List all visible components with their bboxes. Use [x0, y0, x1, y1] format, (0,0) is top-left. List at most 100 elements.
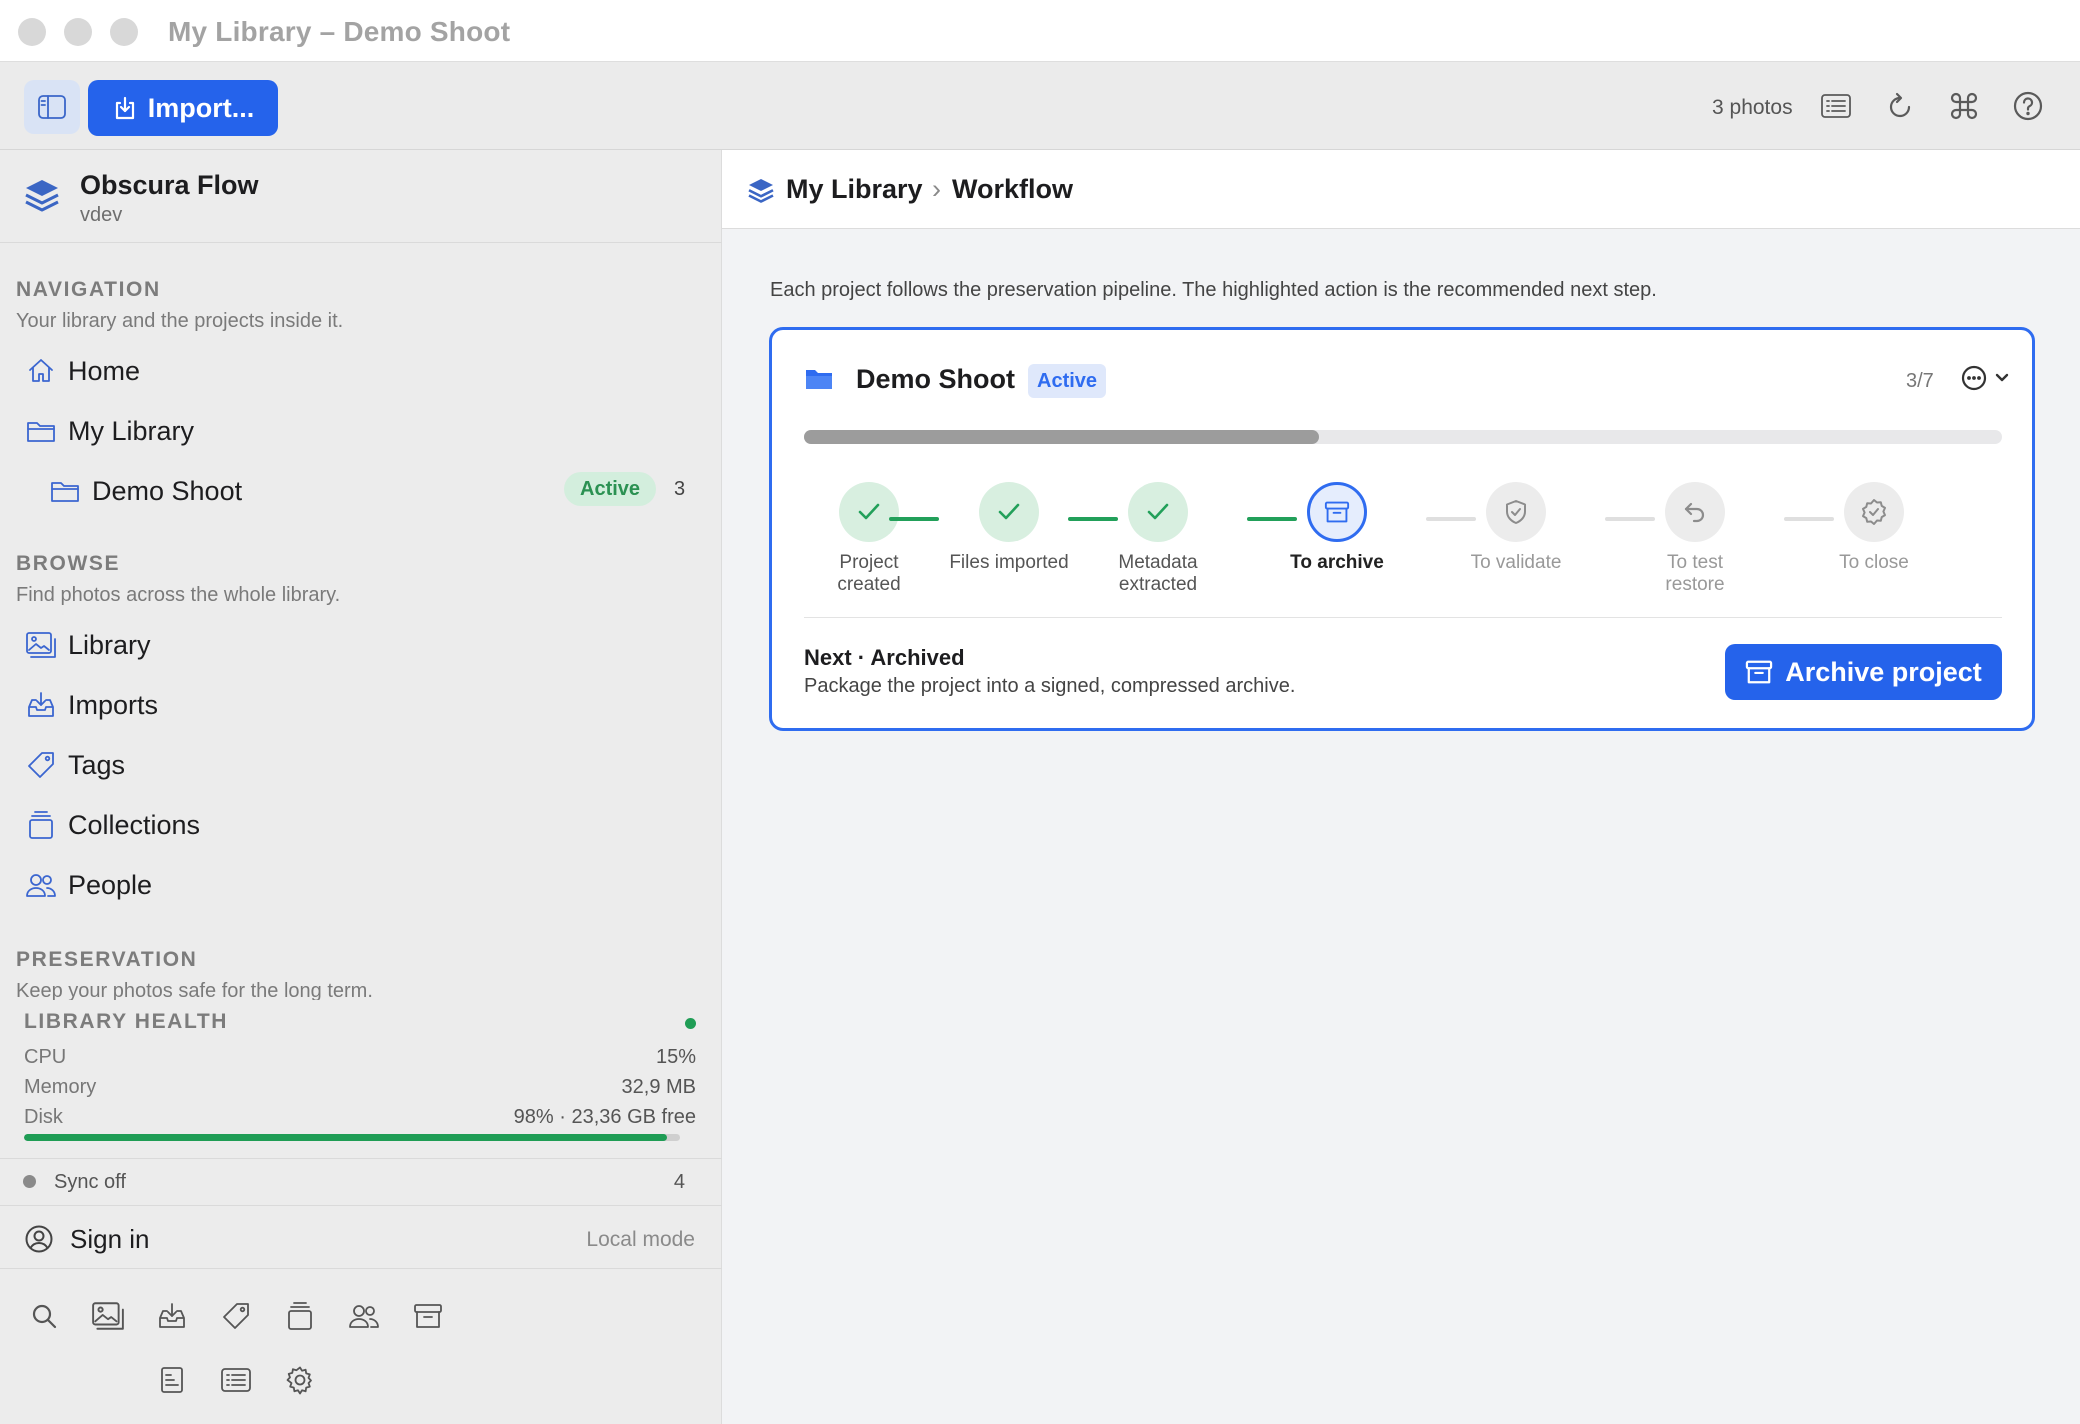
workflow-step: Metadata extracted	[1088, 482, 1228, 596]
disk-row: Disk 98% · 23,36 GB free	[24, 1106, 696, 1129]
preservation-section-title: PRESERVATION	[16, 948, 198, 971]
browse-section-title: BROWSE	[16, 552, 121, 575]
breadcrumb-library-link[interactable]: My Library	[786, 174, 923, 205]
archive-box-icon	[1746, 660, 1773, 684]
sidebar-icon	[38, 95, 66, 119]
document-text-icon	[161, 1367, 183, 1393]
divider	[0, 1158, 722, 1159]
step-label: Metadata extracted	[1118, 552, 1198, 595]
dock-people-button[interactable]	[344, 1296, 384, 1336]
stack-icon	[288, 1302, 312, 1330]
dock-search-button[interactable]	[24, 1296, 64, 1336]
step-pending-indicator	[1844, 482, 1904, 542]
window-title: My Library – Demo Shoot	[168, 16, 511, 47]
workflow-step-current[interactable]: To archive	[1267, 482, 1407, 574]
sidebar-item-label: Home	[68, 355, 141, 386]
library-health-title: LIBRARY HEALTH	[24, 1010, 229, 1033]
disk-label: Disk	[24, 1106, 63, 1128]
folder-icon	[24, 414, 58, 448]
divider	[0, 1268, 722, 1269]
health-status-dot	[685, 1018, 696, 1029]
workflow-step: To close	[1804, 482, 1944, 574]
home-icon	[24, 354, 58, 388]
step-pending-indicator	[1486, 482, 1546, 542]
details-view-button[interactable]	[1818, 88, 1854, 124]
search-icon	[32, 1304, 57, 1329]
sidebar: Obscura Flow vdev NAVIGATION Your librar…	[0, 150, 722, 1424]
browse-section-subtitle: Find photos across the whole library.	[16, 584, 341, 606]
cpu-label: CPU	[24, 1046, 67, 1068]
command-palette-button[interactable]	[1946, 88, 1982, 124]
toolbar: Import... 3 photos	[0, 62, 2080, 150]
close-window-button[interactable]	[18, 18, 46, 46]
step-label: To validate	[1470, 552, 1562, 573]
project-workflow-card: Demo Shoot Active 3/7 Project created Fi…	[769, 327, 2035, 731]
list-details-icon	[1821, 94, 1851, 118]
checkmark-icon	[1147, 503, 1169, 520]
divider	[804, 617, 2002, 618]
project-name: Demo Shoot	[856, 364, 1015, 394]
sidebar-item-my-library[interactable]: My Library	[14, 405, 708, 457]
dock-imports-button[interactable]	[152, 1296, 192, 1336]
archive-project-button[interactable]: Archive project	[1725, 644, 2002, 700]
step-pending-indicator	[1665, 482, 1725, 542]
workflow-step: Project created	[799, 482, 939, 596]
dock-settings-button[interactable]	[280, 1360, 320, 1400]
photo-count: 3 photos	[1712, 96, 1793, 119]
sidebar-item-label: Collections	[68, 809, 201, 840]
dock-collections-button[interactable]	[280, 1296, 320, 1336]
help-button[interactable]	[2010, 88, 2046, 124]
divider	[0, 1205, 722, 1206]
step-complete-indicator	[1128, 482, 1188, 542]
sidebar-item-home[interactable]: Home	[14, 345, 708, 397]
step-counter: 3/7	[1906, 370, 1934, 392]
sidebar-item-collections[interactable]: Collections	[14, 799, 708, 851]
refresh-button[interactable]	[1882, 88, 1918, 124]
dock-details-button[interactable]	[216, 1360, 256, 1400]
workflow-step: To test restore	[1625, 482, 1765, 596]
zoom-window-button[interactable]	[110, 18, 138, 46]
sync-status-dot	[23, 1175, 36, 1188]
sidebar-item-imports[interactable]: Imports	[14, 679, 708, 731]
minimize-window-button[interactable]	[64, 18, 92, 46]
workflow-intro-text: Each project follows the preservation pi…	[770, 279, 1657, 301]
seal-check-icon	[1862, 499, 1886, 525]
tray-download-icon	[24, 688, 58, 722]
import-button[interactable]: Import...	[88, 80, 278, 136]
tray-download-icon	[159, 1303, 185, 1328]
sign-in-link[interactable]: Sign in	[70, 1224, 150, 1255]
step-label: To test restore	[1665, 552, 1725, 595]
app-version: vdev	[80, 204, 123, 226]
memory-label: Memory	[24, 1076, 97, 1098]
shield-check-icon	[1506, 500, 1526, 524]
more-actions-menu[interactable]	[1960, 364, 2010, 392]
step-label: To archive	[1290, 552, 1384, 573]
archive-project-label: Archive project	[1785, 656, 1982, 687]
sidebar-item-tags[interactable]: Tags	[14, 739, 708, 791]
command-icon	[1950, 92, 1978, 120]
undo-arrow-icon	[1684, 502, 1705, 523]
sidebar-item-people[interactable]: People	[14, 859, 708, 911]
breadcrumb-current: Workflow	[952, 174, 1073, 204]
checkmark-icon	[858, 503, 880, 520]
sidebar-item-label: My Library	[68, 415, 195, 446]
dock-archive-button[interactable]	[408, 1296, 448, 1336]
people-icon	[24, 868, 58, 902]
disk-usage-fill	[24, 1134, 667, 1141]
dock-tags-button[interactable]	[216, 1296, 256, 1336]
archive-box-icon	[1324, 501, 1350, 523]
sidebar-item-label: Library	[68, 629, 151, 660]
checkmark-icon	[998, 503, 1020, 520]
list-details-icon	[221, 1368, 251, 1392]
sidebar-toggle-button[interactable]	[24, 80, 80, 134]
user-circle-icon[interactable]	[24, 1224, 54, 1254]
dock-library-button[interactable]	[88, 1296, 128, 1336]
workflow-progress-fill	[804, 430, 1320, 444]
breadcrumb-separator: ›	[932, 174, 941, 204]
dock-log-button[interactable]	[152, 1360, 192, 1400]
cpu-value: 15%	[655, 1046, 696, 1068]
sync-status-label: Sync off	[54, 1171, 126, 1193]
step-label: Project created	[837, 552, 901, 595]
workflow-step: Files imported	[924, 482, 1094, 574]
sidebar-item-library[interactable]: Library	[14, 619, 708, 671]
